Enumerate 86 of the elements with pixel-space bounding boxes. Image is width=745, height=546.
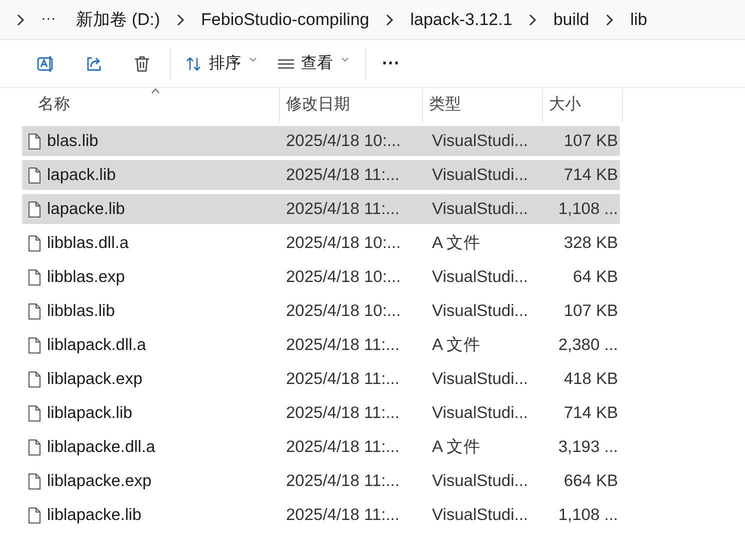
- date-cell-text: 2025/4/18 10:...: [285, 266, 402, 288]
- date-cell-text: 2025/4/18 11:...: [285, 504, 400, 526]
- size-cell-text: 664 KB: [562, 470, 618, 492]
- column-header[interactable]: 大小: [543, 88, 623, 122]
- file-icon: [28, 132, 41, 150]
- column-header[interactable]: 类型: [423, 88, 543, 122]
- file-icon: [28, 166, 41, 184]
- file-name: liblapack.dll.a: [47, 334, 146, 356]
- date-cell-text: 2025/4/18 11:...: [285, 470, 400, 492]
- chevron-icon: [16, 12, 25, 26]
- date-cell-text: 2025/4/18 10:...: [285, 300, 402, 322]
- file-icon: [28, 438, 41, 456]
- size-cell-text: 107 KB: [562, 300, 618, 322]
- type-cell-text: VisualStudi...: [431, 164, 530, 186]
- type-cell-text: VisualStudi...: [431, 130, 530, 152]
- sort-arrows-icon: [185, 56, 203, 72]
- size-cell-text: 714 KB: [562, 402, 618, 424]
- view-button[interactable]: 查看: [267, 46, 359, 82]
- type-cell-text: A 文件: [431, 232, 482, 254]
- lines-icon: [277, 56, 295, 70]
- file-row[interactable]: lapack.lib 2025/4/18 11:... VisualStudi... 714 KB: [22, 160, 620, 190]
- caret-icon: [341, 56, 349, 62]
- file-name: liblapack.lib: [47, 402, 132, 424]
- file-name: liblapacke.dll.a: [47, 436, 156, 458]
- more-button[interactable]: ···: [372, 46, 410, 82]
- file-name: liblapack.exp: [47, 368, 142, 390]
- column-header[interactable]: 名称: [0, 88, 280, 122]
- size-cell-text: 1,108 ...: [557, 198, 618, 220]
- breadcrumb-item[interactable]: FebioStudio-compiling: [197, 6, 374, 32]
- sort-button[interactable]: 排序: [175, 46, 267, 82]
- file-name: liblapacke.exp: [47, 470, 152, 492]
- size-cell-text: 2,380 ...: [557, 334, 618, 356]
- type-cell-text: A 文件: [431, 436, 482, 458]
- breadcrumb-item[interactable]: 新加卷 (D:): [72, 6, 164, 32]
- file-name: liblapacke.lib: [47, 504, 142, 526]
- file-row[interactable]: blas.lib 2025/4/18 10:... VisualStudi... 107 KB: [22, 126, 620, 156]
- file-icon: [28, 506, 41, 524]
- size-cell-text: 1,108 ...: [557, 504, 618, 526]
- column-header[interactable]: 修改日期: [280, 88, 423, 122]
- caret-icon: [249, 56, 257, 62]
- overflow-button[interactable]: ···: [37, 8, 60, 31]
- file-name: lapacke.lib: [47, 198, 125, 220]
- date-cell-text: 2025/4/18 11:...: [285, 334, 400, 356]
- type-cell-text: A 文件: [431, 334, 482, 356]
- size-cell-text: 3,193 ...: [557, 436, 618, 458]
- date-cell-text: 2025/4/18 11:...: [285, 368, 400, 390]
- date-cell-text: 2025/4/18 11:...: [285, 164, 400, 186]
- size-cell-text: 714 KB: [562, 164, 618, 186]
- file-name: lapack.lib: [47, 164, 116, 186]
- file-row[interactable]: lapacke.lib 2025/4/18 11:... VisualStudi... 1,108 ...: [22, 194, 620, 224]
- type-cell-text: VisualStudi...: [431, 266, 530, 288]
- file-icon: [28, 234, 41, 252]
- file-icon: [28, 404, 41, 422]
- type-cell-text: VisualStudi...: [431, 198, 530, 220]
- breadcrumb-item[interactable]: build: [549, 6, 594, 32]
- file-name: libblas.lib: [47, 300, 115, 322]
- size-cell-text: 107 KB: [562, 130, 618, 152]
- date-cell-text: 2025/4/18 11:...: [285, 198, 400, 220]
- breadcrumb-item[interactable]: lib: [626, 6, 652, 32]
- type-cell-text: VisualStudi...: [431, 402, 530, 424]
- chevron-icon: [605, 12, 614, 26]
- file-icon: [28, 268, 41, 286]
- file-name: blas.lib: [47, 130, 98, 152]
- type-cell-text: VisualStudi...: [431, 470, 530, 492]
- chevron-icon: [385, 12, 394, 26]
- type-cell-text: VisualStudi...: [431, 300, 530, 322]
- date-cell-text: 2025/4/18 10:...: [285, 130, 402, 152]
- chevron-icon: [176, 12, 186, 26]
- sort-caret-icon: [151, 88, 160, 94]
- file-icon: [28, 472, 41, 490]
- file-icon: [28, 200, 41, 218]
- breadcrumb-item[interactable]: lapack-3.12.1: [406, 6, 516, 32]
- size-cell-text: 418 KB: [562, 368, 618, 390]
- file-icon: [28, 336, 41, 354]
- file-name: libblas.dll.a: [47, 232, 129, 254]
- chevron-icon: [528, 12, 538, 26]
- file-name: libblas.exp: [47, 266, 125, 288]
- date-cell-text: 2025/4/18 10:...: [285, 232, 402, 254]
- file-icon: [28, 302, 41, 320]
- date-cell-text: 2025/4/18 11:...: [285, 402, 400, 424]
- file-icon: [28, 370, 41, 388]
- date-cell-text: 2025/4/18 11:...: [285, 436, 400, 458]
- size-cell-text: 328 KB: [562, 232, 618, 254]
- type-cell-text: VisualStudi...: [431, 368, 530, 390]
- type-cell-text: VisualStudi...: [431, 504, 530, 526]
- size-cell-text: 64 KB: [572, 266, 618, 288]
